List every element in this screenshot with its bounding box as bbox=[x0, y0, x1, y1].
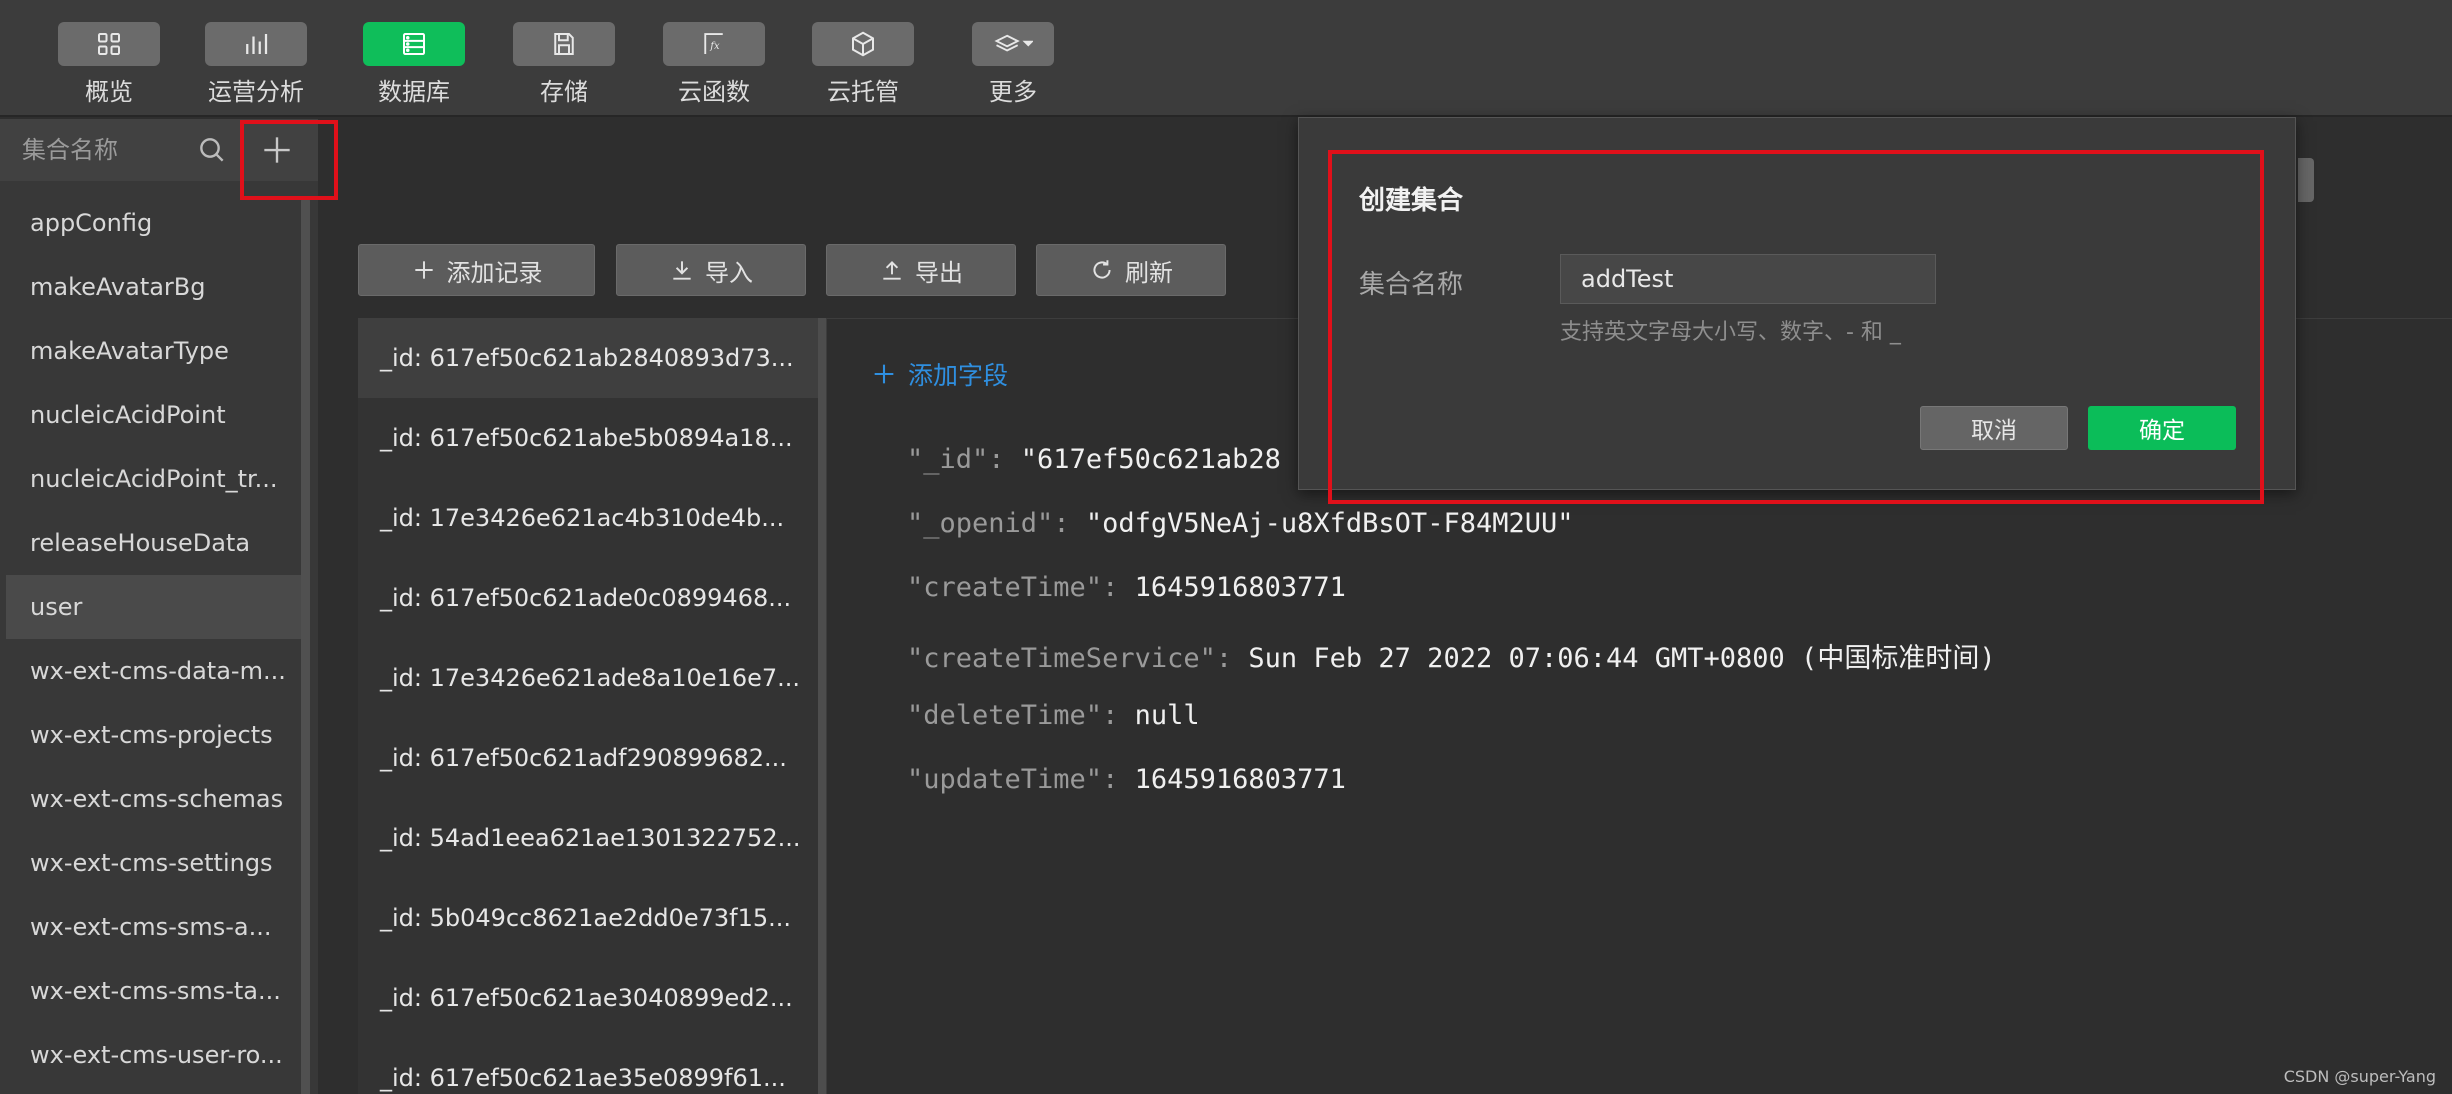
download-icon bbox=[673, 261, 691, 280]
collection-item-selected[interactable]: user bbox=[6, 575, 302, 639]
overview-grid-icon[interactable] bbox=[58, 22, 160, 66]
collection-item[interactable]: wx-ext-cms-user-ro... bbox=[6, 1023, 302, 1087]
add-field-label: 添加字段 bbox=[908, 361, 1009, 390]
layers-dropdown-icon[interactable] bbox=[972, 22, 1054, 66]
toolbar-label: 数据库 bbox=[378, 78, 450, 106]
toolbar-item-overview[interactable]: 概览 bbox=[34, 22, 184, 112]
field-key: "createTime" bbox=[907, 572, 1103, 603]
toolbar-item-analytics[interactable]: 运营分析 bbox=[181, 22, 331, 112]
add-record-label: 添加记录 bbox=[446, 258, 543, 287]
field-value: "617ef50c621ab28 bbox=[1020, 444, 1281, 475]
record-item[interactable]: _id: 617ef50c621ae3040899ed2... bbox=[358, 958, 820, 1038]
upload-icon bbox=[883, 261, 901, 280]
record-item[interactable]: _id: 5b049cc8621ae2dd0e73f15... bbox=[358, 878, 820, 958]
export-label: 导出 bbox=[915, 258, 963, 287]
toolbar-label: 更多 bbox=[989, 78, 1037, 106]
field-key: "_openid" bbox=[907, 508, 1054, 539]
database-icon[interactable] bbox=[363, 22, 465, 66]
field-key: "deleteTime" bbox=[907, 700, 1103, 731]
svg-text:fx: fx bbox=[709, 41, 720, 52]
field-key: "_id" bbox=[907, 444, 989, 475]
collection-item[interactable]: wx-ext-cms-schemas bbox=[6, 767, 302, 831]
toolbar-label: 运营分析 bbox=[208, 78, 304, 106]
toolbar-label: 云托管 bbox=[827, 78, 899, 106]
field-row-createtime[interactable]: "createTime": 1645916803771 bbox=[907, 572, 1346, 603]
collection-item[interactable]: wx-ext-cms-sms-a... bbox=[6, 895, 302, 959]
panel-edge-tab bbox=[2298, 158, 2314, 202]
field-row-id[interactable]: "_id": "617ef50c621ab28 bbox=[907, 444, 1281, 475]
collection-item[interactable]: makeAvatarBg bbox=[6, 255, 302, 319]
toolbar-item-storage[interactable]: 存储 bbox=[489, 22, 639, 112]
watermark: CSDN @super-Yang bbox=[2283, 1067, 2436, 1086]
toolbar-label: 概览 bbox=[85, 78, 133, 106]
top-toolbar: 概览 运营分析 数据库 存储 fx 云函数 云托管 更多 bbox=[0, 0, 2452, 117]
field-key: "createTimeService" bbox=[907, 643, 1216, 674]
record-item-selected[interactable]: _id: 617ef50c621ab2840893d73... bbox=[358, 318, 820, 398]
plus-icon bbox=[414, 261, 433, 279]
toolbar-label: 云函数 bbox=[678, 78, 750, 106]
collection-item[interactable]: wx-ext-cms-projects bbox=[6, 703, 302, 767]
field-value: "odfgV5NeAj-u8XfdBsOT-F84M2UU" bbox=[1085, 508, 1574, 539]
field-row-deletetime[interactable]: "deleteTime": null bbox=[907, 700, 1200, 731]
panel-divider bbox=[826, 318, 827, 1094]
collection-item[interactable]: makeAvatarType bbox=[6, 319, 302, 383]
add-record-button[interactable]: 添加记录 bbox=[358, 244, 595, 296]
field-key: "updateTime" bbox=[907, 764, 1103, 795]
field-value: null bbox=[1134, 700, 1200, 731]
import-label: 导入 bbox=[705, 258, 753, 287]
record-item[interactable]: _id: 17e3426e621ac4b310de4b... bbox=[358, 478, 820, 558]
record-item[interactable]: _id: 54ad1eea621ae1301322752... bbox=[358, 798, 820, 878]
sidebar-scrollbar[interactable] bbox=[301, 197, 310, 1094]
highlight-box-dialog bbox=[1328, 150, 2264, 504]
collection-item[interactable]: appConfig bbox=[6, 191, 302, 255]
cube-icon[interactable] bbox=[812, 22, 914, 66]
highlight-box-add-collection bbox=[240, 120, 338, 200]
field-value: 1645916803771 bbox=[1134, 764, 1346, 795]
collection-item[interactable]: wx-ext-cms-sms-ta... bbox=[6, 959, 302, 1023]
collection-sidebar: appConfig makeAvatarBg makeAvatarType nu… bbox=[0, 119, 318, 1094]
record-item[interactable]: _id: 617ef50c621adf290899682... bbox=[358, 718, 820, 798]
toolbar-item-database[interactable]: 数据库 bbox=[339, 22, 489, 112]
toolbar-item-more[interactable]: 更多 bbox=[938, 22, 1088, 112]
collection-item[interactable]: wx-ext-cms-data-m... bbox=[6, 639, 302, 703]
add-field-button[interactable]: 添加字段 bbox=[870, 356, 1008, 392]
function-icon[interactable]: fx bbox=[663, 22, 765, 66]
collection-list: appConfig makeAvatarBg makeAvatarType nu… bbox=[6, 191, 302, 1087]
export-button[interactable]: 导出 bbox=[826, 244, 1016, 296]
bar-chart-icon[interactable] bbox=[205, 22, 307, 66]
collection-item[interactable]: nucleicAcidPoint bbox=[6, 383, 302, 447]
record-item[interactable]: _id: 17e3426e621ade8a10e16e7... bbox=[358, 638, 820, 718]
refresh-button[interactable]: 刷新 bbox=[1036, 244, 1226, 296]
refresh-label: 刷新 bbox=[1125, 258, 1173, 287]
floppy-disk-icon[interactable] bbox=[513, 22, 615, 66]
field-row-openid[interactable]: "_openid": "odfgV5NeAj-u8XfdBsOT-F84M2UU… bbox=[907, 508, 1574, 539]
toolbar-item-cloud-hosting[interactable]: 云托管 bbox=[788, 22, 938, 112]
field-value: Sun Feb 27 2022 07:06:44 GMT+0800 (中国标准时… bbox=[1248, 643, 1996, 674]
collection-item[interactable]: nucleicAcidPoint_tr... bbox=[6, 447, 302, 511]
search-icon[interactable] bbox=[196, 134, 228, 166]
import-button[interactable]: 导入 bbox=[616, 244, 806, 296]
field-value: 1645916803771 bbox=[1134, 572, 1346, 603]
toolbar-item-cloud-function[interactable]: fx 云函数 bbox=[639, 22, 789, 112]
field-row-createtimeservice[interactable]: "createTimeService": Sun Feb 27 2022 07:… bbox=[907, 636, 1996, 675]
field-row-updatetime[interactable]: "updateTime": 1645916803771 bbox=[907, 764, 1346, 795]
record-item[interactable]: _id: 617ef50c621ade0c0899468... bbox=[358, 558, 820, 638]
collection-item[interactable]: wx-ext-cms-settings bbox=[6, 831, 302, 895]
collection-search-input[interactable] bbox=[8, 129, 188, 171]
record-item[interactable]: _id: 617ef50c621ae35e0899f61... bbox=[358, 1038, 820, 1094]
record-list: _id: 617ef50c621ab2840893d73... _id: 617… bbox=[358, 318, 820, 1094]
record-item[interactable]: _id: 617ef50c621abe5b0894a18... bbox=[358, 398, 820, 478]
collection-item[interactable]: releaseHouseData bbox=[6, 511, 302, 575]
toolbar-label: 存储 bbox=[540, 78, 588, 106]
refresh-icon bbox=[1093, 260, 1111, 279]
plus-icon bbox=[874, 364, 894, 384]
